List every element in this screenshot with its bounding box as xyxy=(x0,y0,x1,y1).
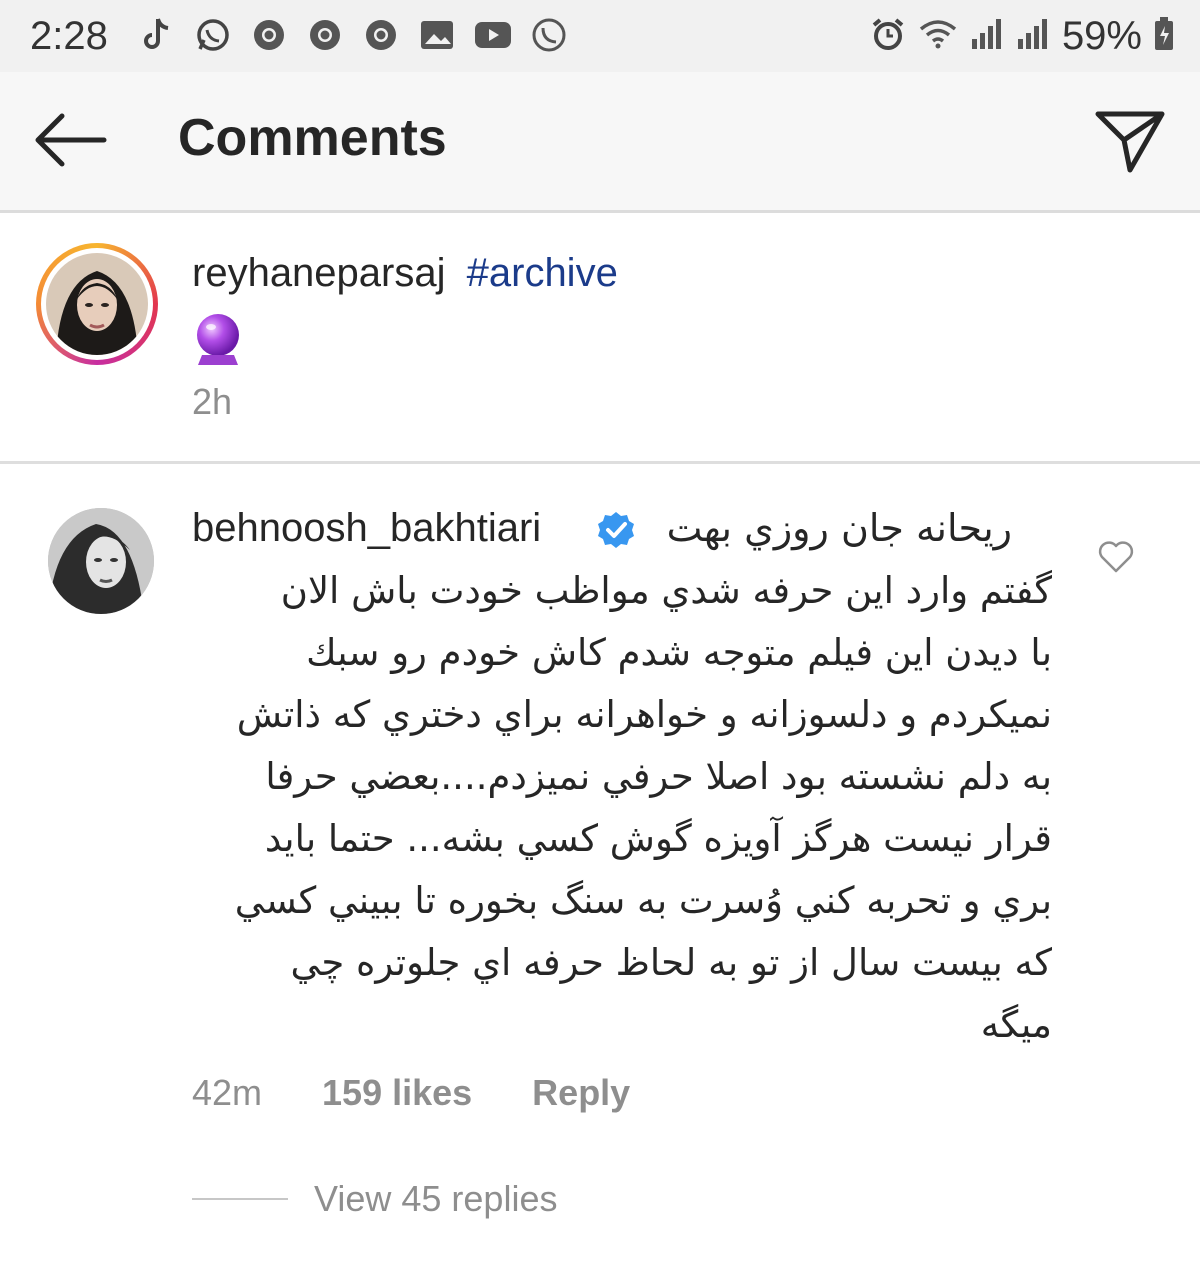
back-button[interactable] xyxy=(30,108,110,172)
comment-line: بري و تحربه كني وُسرت به سنگ بخوره تا بب… xyxy=(234,879,1052,922)
comment-line: با ديدن اين فيلم متوجه شدم كاش خودم رو س… xyxy=(306,631,1052,674)
youtube-icon xyxy=(474,16,512,54)
comment-likes-link[interactable]: 159 likes xyxy=(322,1072,472,1114)
view-replies[interactable]: View 45 replies xyxy=(192,1178,557,1220)
signal-icon xyxy=(970,17,1004,56)
tiktok-icon xyxy=(138,16,176,54)
comment-line: قرار نيست هرگز آويزه گوش كسي بشه... حتما… xyxy=(264,817,1052,860)
comment-line: گفتم وارد اين حرفه شدي مواظب خودت باش ال… xyxy=(280,569,1052,612)
signal-icon xyxy=(1016,17,1050,56)
like-comment-button[interactable] xyxy=(1096,536,1136,576)
wifi-icon xyxy=(918,17,958,56)
battery-percent: 59% xyxy=(1061,14,1142,58)
comment-item: behnoosh_bakhtiari ريحانه جان روزي بهت گ… xyxy=(0,464,1200,1264)
reply-button[interactable]: Reply xyxy=(532,1072,630,1114)
comment-text: گفتم وارد اين حرفه شدي مواظب خودت باش ال… xyxy=(192,560,1052,1056)
comment-username[interactable]: behnoosh_bakhtiari xyxy=(192,506,541,551)
commenter-avatar[interactable] xyxy=(48,508,154,614)
crystal-ball-emoji xyxy=(192,311,244,367)
verified-badge-icon xyxy=(596,510,636,550)
page-title: Comments xyxy=(178,109,447,167)
post-caption: reyhaneparsaj #archive 2h xyxy=(0,213,1200,461)
status-bar: 2:28 59% xyxy=(0,0,1200,72)
arrow-left-icon xyxy=(35,113,107,167)
chrome-icon xyxy=(362,16,400,54)
alarm-icon xyxy=(870,16,906,57)
caption-text: reyhaneparsaj #archive xyxy=(192,251,618,296)
notification-icons xyxy=(138,16,568,54)
avatar-photo xyxy=(46,253,148,355)
chrome-icon xyxy=(306,16,344,54)
caption-time: 2h xyxy=(192,381,233,422)
system-indicators: 59% xyxy=(870,14,1174,59)
comment-time: 42m xyxy=(192,1072,263,1113)
comment-line: كه بيست سال از تو به لحاظ حرفه اي جلوتره… xyxy=(290,941,1052,984)
gallery-icon xyxy=(418,16,456,54)
share-button[interactable] xyxy=(1092,104,1168,176)
replies-divider xyxy=(192,1198,288,1200)
whatsapp-icon xyxy=(194,16,232,54)
battery-icon xyxy=(1154,17,1174,56)
caption-username[interactable]: reyhaneparsaj xyxy=(192,251,446,295)
call-icon xyxy=(530,16,568,54)
caption-avatar[interactable] xyxy=(36,243,158,365)
chrome-icon xyxy=(250,16,288,54)
comment-meta: 42m 159 likes Reply xyxy=(192,1072,630,1114)
comment-header: behnoosh_bakhtiari ريحانه جان روزي بهت xyxy=(192,502,1022,564)
comment-line: ميگه xyxy=(980,1003,1052,1046)
send-icon xyxy=(1095,111,1165,173)
status-time: 2:28 xyxy=(30,14,108,58)
view-replies-link[interactable]: View 45 replies xyxy=(314,1178,557,1220)
comments-header: Comments xyxy=(0,72,1200,213)
comment-line: به دلم نشسته بود اصلا حرفي نميزدم....بعض… xyxy=(265,755,1052,798)
comment-line: نميكردم و دلسوزانه و خواهرانه براي دختري… xyxy=(236,693,1052,736)
caption-hashtag[interactable]: #archive xyxy=(467,251,618,295)
comment-text-first-line: ريحانه جان روزي بهت xyxy=(666,506,1012,550)
heart-icon xyxy=(1098,541,1134,573)
